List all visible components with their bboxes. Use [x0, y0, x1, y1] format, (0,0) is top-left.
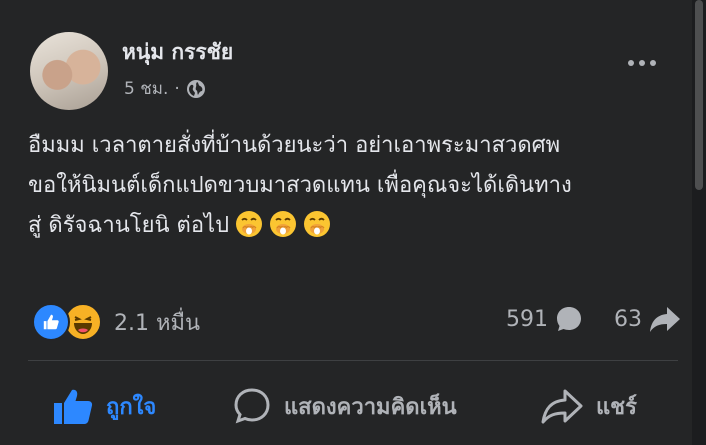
share-arrow-icon — [650, 307, 680, 332]
face-with-hand-over-mouth-emoji-icon — [236, 211, 263, 237]
share-icon — [541, 389, 583, 424]
post-time[interactable]: 5 ชม. — [124, 75, 168, 102]
share-count[interactable]: 63 — [614, 304, 682, 334]
like-reaction-icon — [32, 303, 70, 341]
post-card: หนุ่ม กรรชัย 5 ชม. · อืมมม เวลาตายสั่งที… — [0, 0, 692, 445]
globe-icon[interactable] — [186, 79, 206, 99]
face-with-hand-over-mouth-emoji-icon — [270, 211, 297, 237]
comment-button[interactable]: แสดงความคิดเห็น — [232, 386, 457, 426]
comment-bubble-icon — [557, 307, 581, 331]
author-name[interactable]: หนุ่ม กรรชัย — [122, 36, 233, 69]
content-line: อืมมม เวลาตายสั่งที่บ้านด้วยนะว่า อย่าเอ… — [28, 133, 561, 158]
face-with-hand-over-mouth-emoji-icon — [304, 211, 331, 237]
content-line-text: สู่ ดิรัจฉานโยนิ ต่อไป — [28, 213, 230, 238]
reaction-summary[interactable]: 2.1 หมื่น — [32, 303, 200, 341]
comment-count[interactable]: 591 — [506, 304, 584, 334]
meta-separator: · — [174, 78, 180, 99]
content-line: ขอให้นิมนต์เด็กแปดขวบมาสวดแทน เพื่อคุณจะ… — [28, 173, 572, 198]
comment-count-value: 591 — [506, 306, 548, 332]
comment-icon — [234, 388, 270, 424]
content-emojis — [229, 211, 331, 238]
more-horizontal-icon — [628, 60, 634, 66]
comment-label: แสดงความคิดเห็น — [284, 394, 457, 420]
post-meta: 5 ชม. · — [124, 75, 206, 102]
avatar[interactable] — [30, 32, 108, 110]
share-label: แชร์ — [596, 394, 637, 420]
share-button[interactable]: แชร์ — [540, 386, 637, 426]
scrollbar[interactable] — [692, 0, 706, 445]
reaction-count: 2.1 หมื่น — [114, 310, 201, 336]
post-content: อืมมม เวลาตายสั่งที่บ้านด้วยนะว่า อย่าเอ… — [28, 126, 688, 246]
more-options-button[interactable] — [628, 60, 656, 66]
divider — [28, 360, 678, 361]
share-count-value: 63 — [614, 306, 642, 332]
like-label: ถูกใจ — [106, 394, 157, 420]
thumbs-up-icon — [54, 389, 93, 424]
scrollbar-thumb[interactable] — [695, 0, 703, 190]
like-button[interactable]: ถูกใจ — [52, 386, 156, 426]
content-line-last: สู่ ดิรัจฉานโยนิ ต่อไป — [28, 206, 688, 246]
